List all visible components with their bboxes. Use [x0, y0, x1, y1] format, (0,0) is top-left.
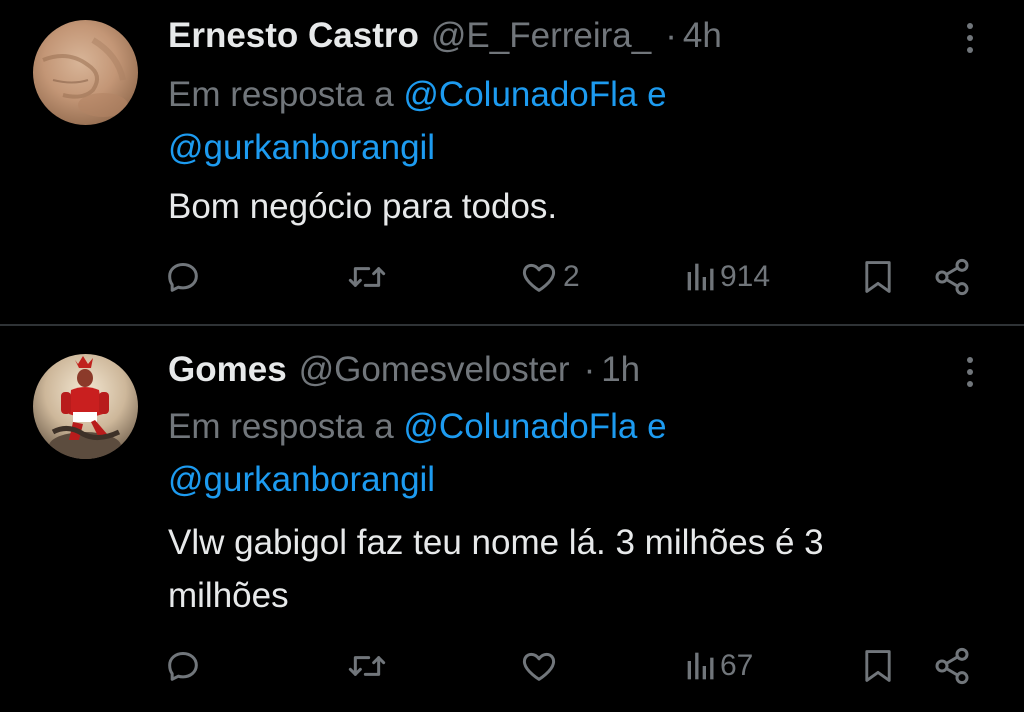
reply-prefix: Em resposta a — [168, 407, 394, 446]
views-button[interactable]: 914 — [686, 255, 770, 299]
reply-button[interactable] — [163, 255, 203, 299]
reply-context: Em resposta a @ColunadoFla e @gurkanbora… — [168, 68, 968, 174]
views-button[interactable]: 67 — [686, 644, 753, 688]
bookmark-button[interactable] — [862, 255, 894, 299]
separator-dot: · — [665, 16, 677, 55]
share-icon — [935, 258, 969, 296]
retweet-button[interactable] — [346, 644, 388, 688]
tweet[interactable]: Gomes @Gomesveloster · 1h Em resposta a … — [0, 326, 1024, 712]
like-button[interactable] — [519, 644, 563, 688]
more-vertical-icon[interactable] — [958, 352, 982, 392]
reply-prefix: Em resposta a — [168, 75, 394, 114]
share-button[interactable] — [932, 255, 972, 299]
mention-link[interactable]: @gurkanborangil — [168, 128, 435, 167]
avatar-image — [33, 20, 138, 125]
like-button[interactable]: 2 — [519, 255, 580, 299]
like-count: 2 — [563, 260, 580, 293]
heart-icon — [522, 652, 556, 681]
views-icon — [687, 263, 714, 291]
reply-button[interactable] — [163, 644, 203, 688]
reply-icon — [168, 652, 198, 681]
view-count: 914 — [720, 260, 771, 293]
tweet-text: Vlw gabigol faz teu nome lá. 3 milhões é… — [168, 523, 824, 615]
reply-context: Em resposta a @ColunadoFla e @gurkanbora… — [168, 400, 968, 506]
view-count: 67 — [720, 649, 754, 682]
action-bar: 2 914 — [0, 255, 1024, 299]
timestamp[interactable]: 1h — [601, 350, 640, 390]
mention-joiner: e — [647, 75, 667, 114]
mention-link[interactable]: @ColunadoFla — [403, 75, 637, 114]
avatar[interactable] — [33, 20, 138, 125]
bookmark-icon — [865, 650, 891, 682]
mention-link[interactable]: @ColunadoFla — [403, 407, 637, 446]
bookmark-button[interactable] — [862, 644, 894, 688]
avatar[interactable] — [33, 354, 138, 459]
timestamp[interactable]: 4h — [683, 16, 722, 56]
display-name[interactable]: Ernesto Castro — [168, 16, 419, 56]
tweet-header: Ernesto Castro @E_Ferreira_ · 4h — [168, 16, 722, 56]
user-handle[interactable]: @E_Ferreira_ — [431, 16, 651, 56]
display-name[interactable]: Gomes — [168, 350, 287, 390]
tweet[interactable]: Ernesto Castro @E_Ferreira_ · 4h Em resp… — [0, 0, 1024, 325]
reply-icon — [168, 263, 198, 292]
mention-joiner: e — [647, 407, 667, 446]
retweet-icon — [348, 656, 386, 676]
views-icon — [687, 652, 714, 680]
share-button[interactable] — [932, 644, 972, 688]
share-icon — [935, 647, 969, 685]
separator-dot: · — [583, 350, 596, 389]
mention-link[interactable]: @gurkanborangil — [168, 460, 435, 499]
action-bar: 67 — [0, 644, 1024, 688]
tweet-text: Bom negócio para todos. — [168, 187, 558, 226]
more-vertical-icon[interactable] — [958, 18, 982, 58]
heart-icon — [522, 263, 556, 292]
retweet-button[interactable] — [346, 255, 388, 299]
retweet-icon — [348, 267, 386, 287]
user-handle[interactable]: @Gomesveloster — [299, 350, 570, 390]
avatar-image — [33, 354, 138, 459]
tweet-header: Gomes @Gomesveloster · 1h — [168, 350, 640, 390]
bookmark-icon — [865, 261, 891, 293]
